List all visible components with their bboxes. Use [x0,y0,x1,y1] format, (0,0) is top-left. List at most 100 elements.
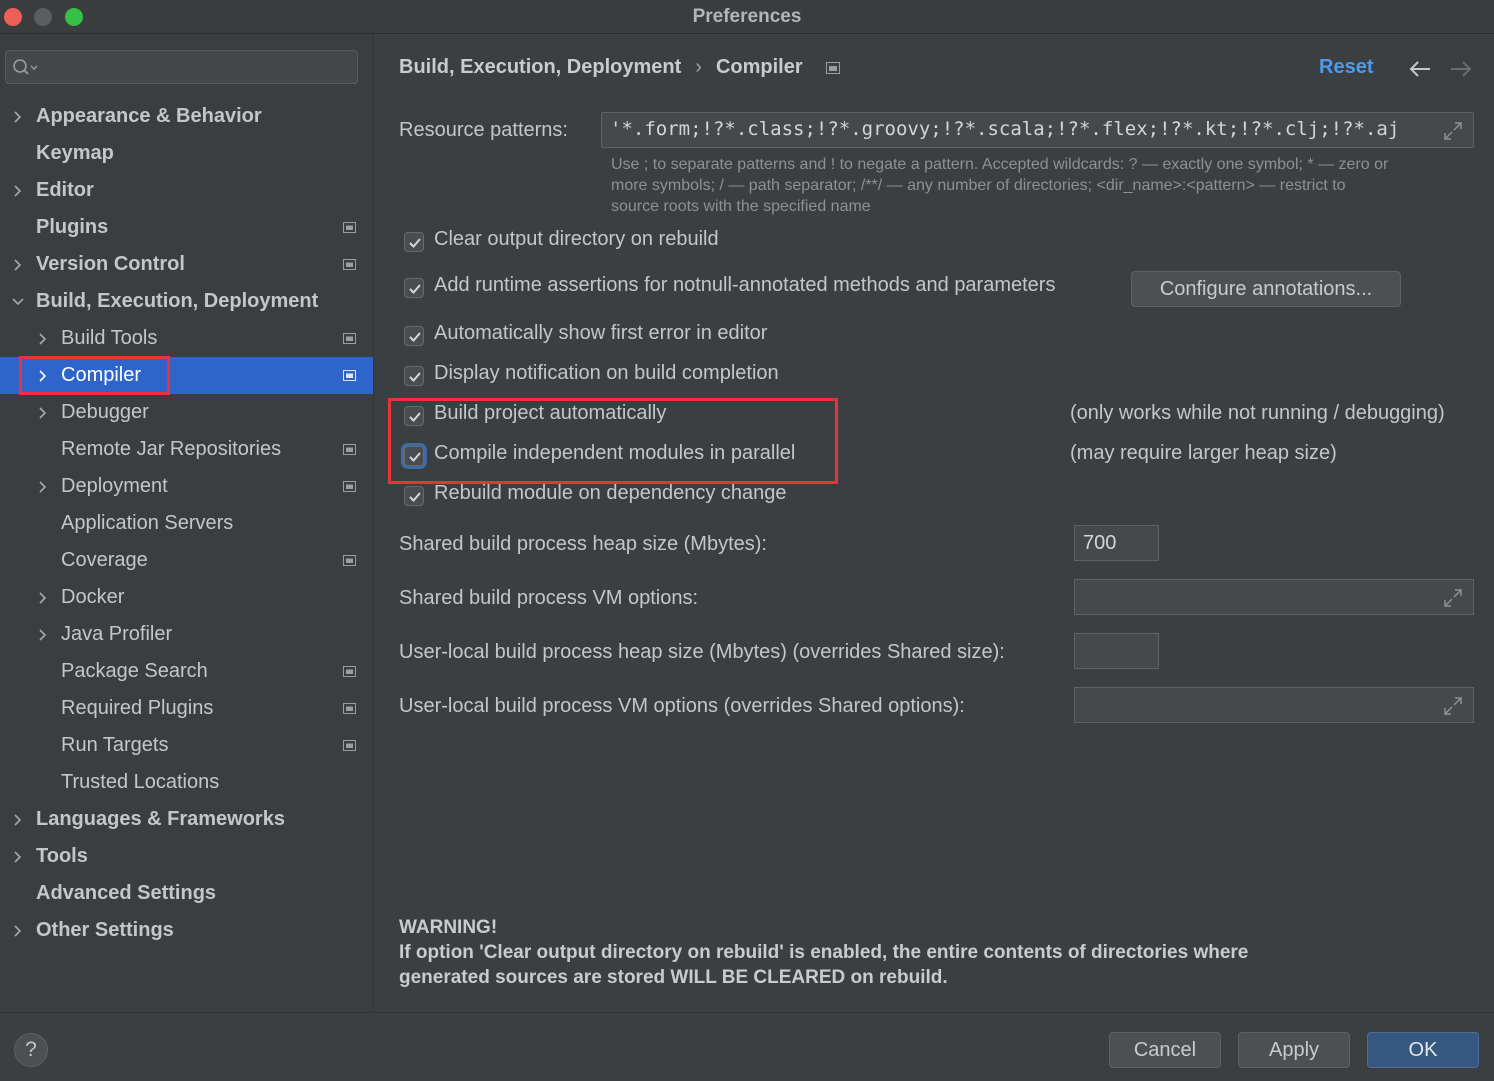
sidebar-item-label: Remote Jar Repositories [61,438,282,460]
rebuild-module-checkbox[interactable] [404,486,424,506]
configure-annotations-button[interactable]: Configure annotations... [1131,271,1401,307]
sidebar-item-plugins[interactable]: Plugins [0,209,373,246]
ok-button[interactable]: OK [1367,1032,1479,1068]
local-heap-label: User-local build process heap size (Mbyt… [399,641,1005,663]
shared-heap-label: Shared build process heap size (Mbytes): [399,533,767,555]
cancel-button[interactable]: Cancel [1109,1032,1221,1068]
local-vm-label: User-local build process VM options (ove… [399,695,965,717]
back-arrow-icon[interactable] [1408,60,1432,78]
annotation-highlight-box [388,398,838,484]
sidebar-item-label: Trusted Locations [61,771,220,793]
breadcrumb-current: Compiler [715,56,803,78]
annotation-highlight-box [19,356,170,395]
sidebar-item-other-settings[interactable]: Other Settings [0,912,373,949]
hint-line: source roots with the specified name [611,198,871,215]
sidebar-item-build-tools[interactable]: Build Tools [0,320,373,357]
sidebar-item-label: Version Control [36,253,185,275]
display-notification-checkbox[interactable] [404,366,424,386]
sidebar-item-java-profiler[interactable]: Java Profiler [0,616,373,653]
chevron-right-icon[interactable] [37,592,49,604]
apply-button[interactable]: Apply [1238,1032,1350,1068]
project-scope-icon [343,740,356,751]
checkmark-icon [409,372,421,382]
sidebar-item-build-execution-deployment[interactable]: Build, Execution, Deployment [0,283,373,320]
expand-icon[interactable] [1443,588,1463,608]
sidebar-item-label: Deployment [61,475,168,497]
sidebar-item-label: Plugins [36,216,109,238]
runtime-assertions-label: Add runtime assertions for notnull-annot… [434,274,1056,296]
sidebar-item-keymap[interactable]: Keymap [0,135,373,172]
compiler-settings-panel: Build, Execution, Deployment › Compiler Re… [374,34,1494,1012]
clear-output-checkbox[interactable] [404,232,424,252]
chevron-right-icon[interactable] [37,481,49,493]
hint-line: Use ; to separate patterns and ! to nega… [611,156,1389,173]
project-scope-icon [343,666,356,677]
sidebar-item-run-targets[interactable]: Run Targets [0,727,373,764]
title-bar: Preferences [0,0,1494,34]
chevron-right-icon[interactable] [12,185,24,197]
reset-link[interactable]: Reset [1319,56,1373,79]
resource-patterns-label: Resource patterns: [399,119,568,141]
sidebar-item-docker[interactable]: Docker [0,579,373,616]
sidebar-item-editor[interactable]: Editor [0,172,373,209]
expand-icon[interactable] [1443,121,1463,141]
sidebar-item-remote-jar-repositories[interactable]: Remote Jar Repositories [0,431,373,468]
chevron-right-icon[interactable] [37,629,49,641]
breadcrumb-separator: › [695,56,702,78]
sidebar-item-languages-and-frameworks[interactable]: Languages & Frameworks [0,801,373,838]
sidebar-item-coverage[interactable]: Coverage [0,542,373,579]
chevron-right-icon[interactable] [12,814,24,826]
build-automatically-note: (only works while not running / debuggin… [1070,402,1445,424]
sidebar-item-label: Build Tools [61,327,158,349]
sidebar-item-compiler[interactable]: Compiler [0,356,373,395]
project-scope-icon [343,703,356,714]
sidebar-item-deployment[interactable]: Deployment [0,468,373,505]
help-button[interactable]: ? [14,1033,48,1067]
chevron-right-icon[interactable] [12,111,24,123]
runtime-assertions-checkbox[interactable] [404,278,424,298]
warning-line: If option 'Clear output directory on reb… [399,942,1249,963]
window-title: Preferences [692,6,802,27]
shared-heap-field[interactable]: 700 [1074,525,1159,561]
chevron-right-icon[interactable] [12,925,24,937]
chevron-right-icon[interactable] [37,407,49,419]
checkmark-icon [409,238,421,248]
sidebar-item-label: Appearance & Behavior [36,105,262,127]
sidebar-item-advanced-settings[interactable]: Advanced Settings [0,875,373,912]
sidebar-item-label: Languages & Frameworks [36,808,285,830]
show-first-error-label: Automatically show first error in editor [434,322,768,344]
settings-search-box[interactable] [5,50,358,84]
chevron-right-icon[interactable] [37,333,49,345]
sidebar-item-tools[interactable]: Tools [0,838,373,875]
chevron-right-icon[interactable] [12,259,24,271]
sidebar-item-label: Required Plugins [61,697,214,719]
sidebar-item-required-plugins[interactable]: Required Plugins [0,690,373,727]
sidebar-item-package-search[interactable]: Package Search [0,653,373,690]
project-scope-icon [343,555,356,566]
sidebar-item-debugger[interactable]: Debugger [0,394,373,431]
sidebar-item-appearance-and-behavior[interactable]: Appearance & Behavior [0,98,373,135]
chevron-down-icon[interactable] [12,296,24,308]
sidebar-item-application-servers[interactable]: Application Servers [0,505,373,542]
expand-icon[interactable] [1443,696,1463,716]
forward-arrow-icon[interactable] [1449,60,1473,78]
display-notification-label: Display notification on build completion [434,362,779,384]
chevron-right-icon[interactable] [12,851,24,863]
project-scope-icon [343,444,356,455]
sidebar-item-label: Build, Execution, Deployment [36,290,319,312]
show-first-error-checkbox[interactable] [404,326,424,346]
checkmark-icon [409,332,421,342]
shared-heap-value: 700 [1083,532,1117,554]
resource-patterns-field[interactable]: '*.form;!?*.class;!?*.groovy;!?*.scala;!… [601,112,1474,148]
hint-line: more symbols; / — path separator; /**/ —… [611,177,1346,194]
sidebar-item-label: Keymap [36,142,114,164]
project-scope-icon [343,370,356,381]
sidebar-item-version-control[interactable]: Version Control [0,246,373,283]
shared-vm-field[interactable] [1074,579,1474,615]
settings-search-input[interactable] [40,55,344,81]
checkmark-icon [409,284,421,294]
sidebar-item-label: Debugger [61,401,149,423]
sidebar-item-trusted-locations[interactable]: Trusted Locations [0,764,373,801]
local-vm-field[interactable] [1074,687,1474,723]
local-heap-field[interactable] [1074,633,1159,669]
